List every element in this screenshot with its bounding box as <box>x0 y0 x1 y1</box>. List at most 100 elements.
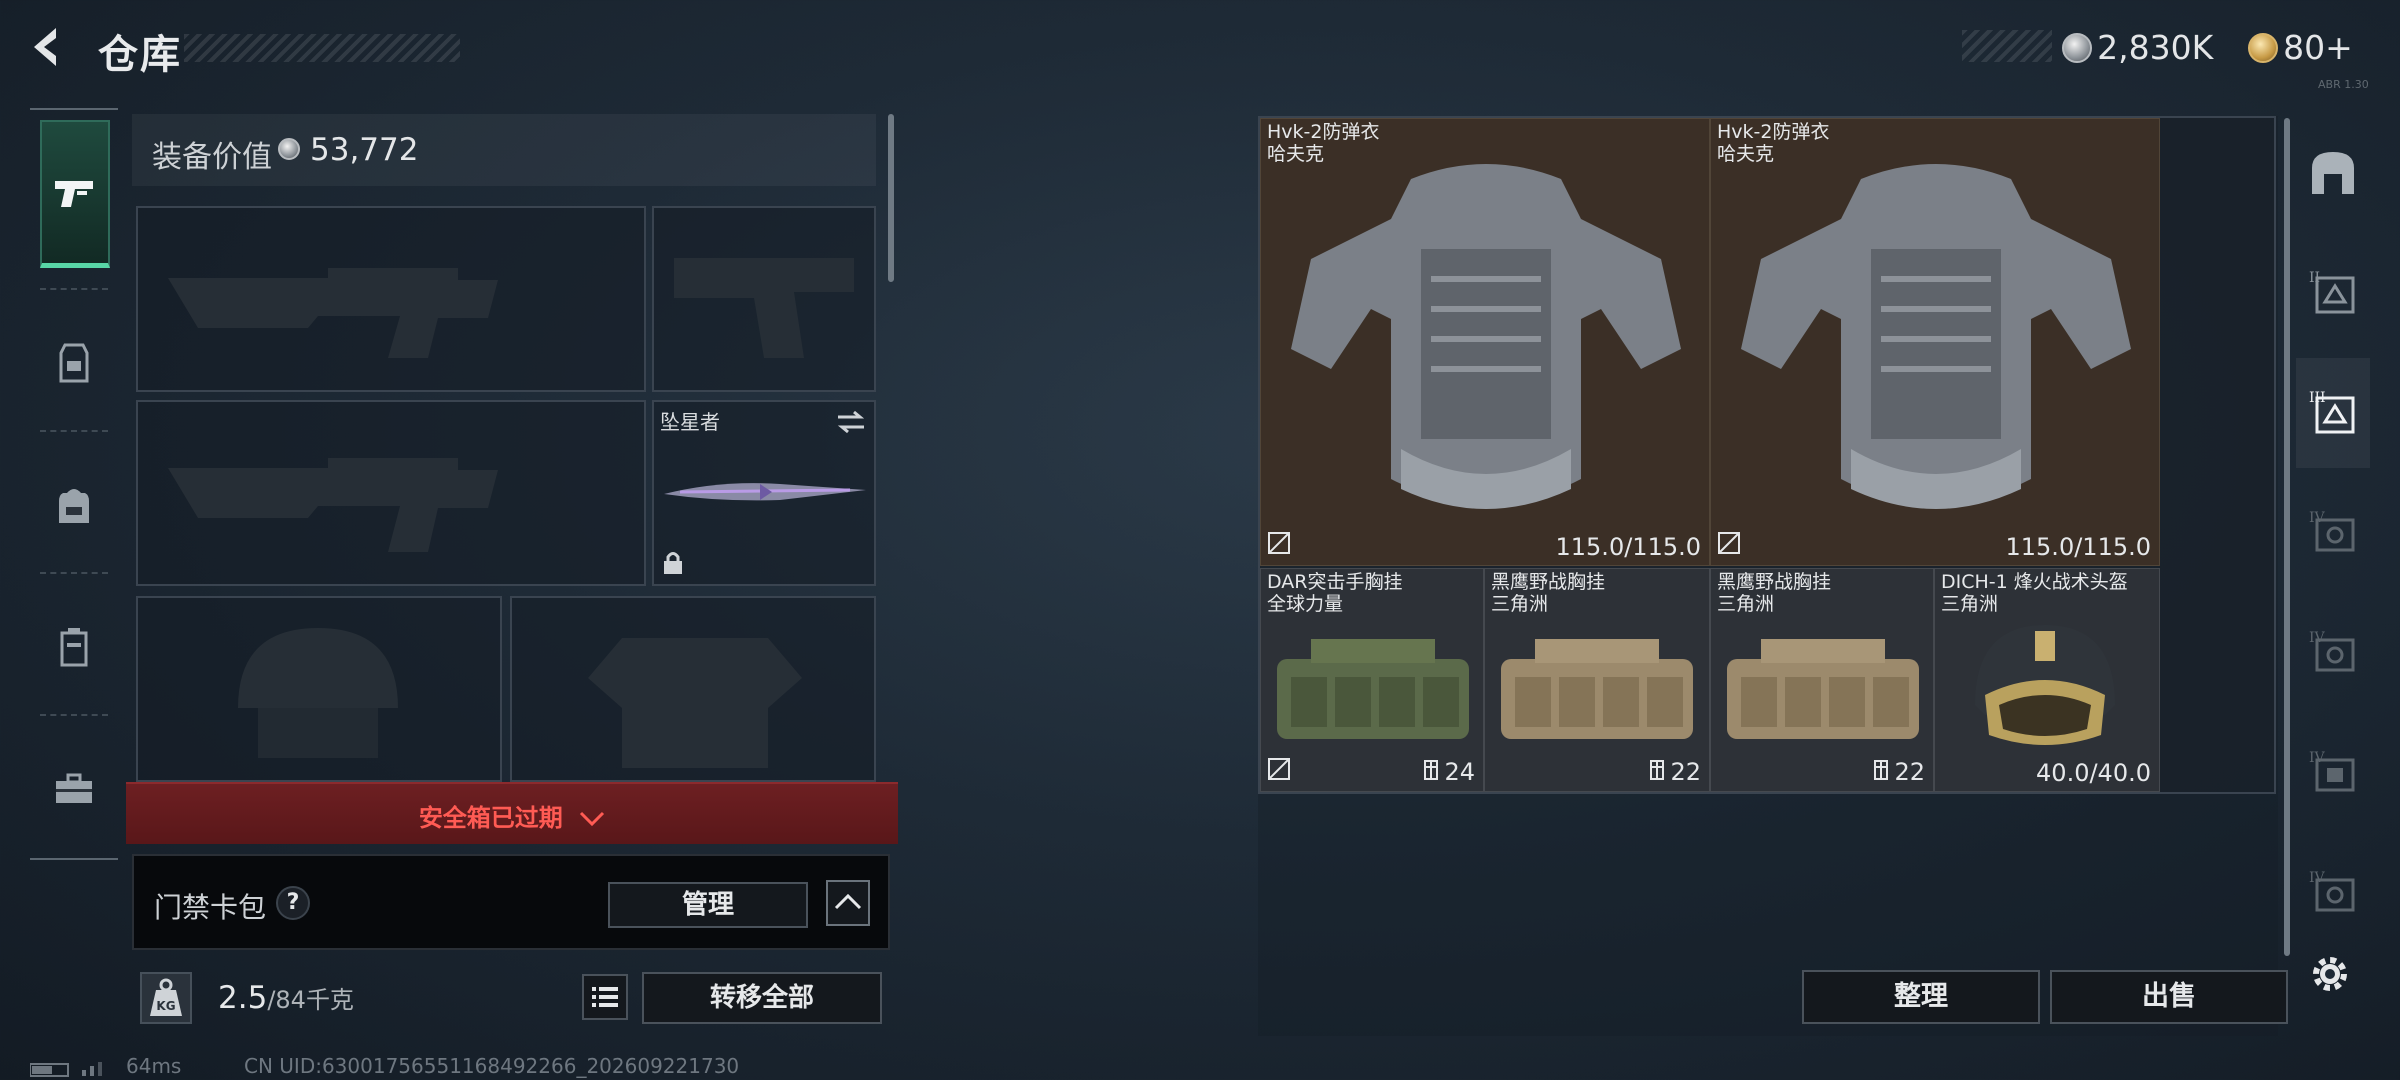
storage-item[interactable]: Hvk-2防弹衣 哈夫克 115.0/115.0 <box>1710 118 2160 566</box>
item-name: Hvk-2防弹衣 <box>1717 121 1830 143</box>
capacity-value: 22 <box>1894 758 1925 786</box>
title-decoration <box>184 34 460 62</box>
tier-label: IV <box>2309 510 2326 526</box>
page-title: 仓库 <box>98 32 182 78</box>
swap-icon[interactable] <box>836 410 866 438</box>
equipment-value-row: 装备价值 53,772 <box>132 114 876 186</box>
backpack-icon <box>59 489 89 523</box>
lock-icon <box>662 550 684 580</box>
melee-blade-icon <box>664 483 866 501</box>
secure-case-banner[interactable]: 安全箱已过期 <box>126 782 898 844</box>
tab-storage-4a[interactable]: IV <box>2296 478 2370 588</box>
tab-storage-4c[interactable]: IV <box>2296 718 2370 828</box>
expand-button[interactable] <box>826 880 870 926</box>
nav-case[interactable] <box>30 584 118 710</box>
item-brand: 三角洲 <box>1491 593 1549 615</box>
vest-icon <box>59 343 89 383</box>
no-insure-icon <box>1267 531 1291 559</box>
currency-gold[interactable]: 80+ <box>2248 28 2353 67</box>
capacity-icon <box>1422 759 1440 787</box>
item-name: DAR突击手胸挂 <box>1267 571 1403 593</box>
capacity-value: 24 <box>1444 758 1475 786</box>
secondary-weapon-slot[interactable] <box>136 400 646 586</box>
item-name: 黑鹰野战胸挂 <box>1491 571 1606 593</box>
storage-item[interactable]: DICH-1 烽火战术头盔 三角洲 40.0/40.0 <box>1934 568 2160 792</box>
secure-case-status: 安全箱已过期 <box>418 804 563 832</box>
back-arrow-icon[interactable] <box>26 24 72 70</box>
user-uid: CN UID:6300175655116849226​6_20260922173… <box>244 1054 740 1078</box>
manage-button[interactable]: 管理 <box>608 882 808 928</box>
nav-separator <box>40 430 108 432</box>
item-durability: 115.0/115.0 <box>2005 533 2152 561</box>
storage-tier-icon: IV <box>2309 630 2355 672</box>
sell-button[interactable]: 出售 <box>2050 970 2288 1024</box>
item-brand: 全球力量 <box>1267 593 1344 615</box>
version-tag: ABR 1.30 <box>2318 78 2369 91</box>
equipment-scrollbar[interactable] <box>888 114 894 282</box>
sort-button[interactable]: 整理 <box>1802 970 2040 1024</box>
nav-separator <box>40 714 108 716</box>
secure-case-status-wrap: 安全箱已过期 <box>126 798 898 833</box>
no-insure-icon <box>1267 757 1291 785</box>
helmet-slot[interactable] <box>136 596 502 782</box>
storage-item[interactable]: 黑鹰野战胸挂 三角洲 22 <box>1710 568 1934 792</box>
equipment-panel: 装备价值 53,772 坠星者 <box>132 114 894 784</box>
safe-room-icon <box>2312 152 2354 194</box>
capacity-icon <box>1872 759 1890 787</box>
weight-icon: KG <box>140 972 192 1024</box>
tier-label: III <box>2309 390 2326 406</box>
tab-storage-2[interactable]: II <box>2296 238 2370 348</box>
helmet-silhouette-icon <box>238 628 398 758</box>
tab-storage-4b[interactable]: IV <box>2296 598 2370 708</box>
storage-item[interactable]: 黑鹰野战胸挂 三角洲 22 <box>1484 568 1710 792</box>
item-name: Hvk-2防弹衣 <box>1267 121 1380 143</box>
case-icon <box>60 628 88 667</box>
weight-readout: 2.5/84千克 <box>218 980 354 1016</box>
silver-amount: 2,830K <box>2097 28 2214 67</box>
storage-tier-icon: III <box>2309 390 2355 434</box>
melee-slot[interactable]: 坠星者 <box>652 400 876 586</box>
storage-tier-icon: IV <box>2309 510 2355 552</box>
item-capacity: 22 <box>1872 758 1925 787</box>
chevron-up-icon <box>834 893 862 910</box>
currency-silver[interactable]: 2,830K <box>2062 28 2213 67</box>
primary-weapon-slot[interactable] <box>136 206 646 392</box>
chest-rig-image <box>1277 639 1469 739</box>
armor-slot[interactable] <box>510 596 876 782</box>
gear-icon[interactable] <box>2306 950 2354 1002</box>
storage-scrollbar[interactable] <box>2284 118 2290 956</box>
armor-silhouette-icon <box>588 638 802 768</box>
item-capacity: 22 <box>1648 758 1701 787</box>
item-name-block: 黑鹰野战胸挂 三角洲 <box>1717 571 1831 615</box>
gun-icon <box>55 180 93 207</box>
nav-separator <box>40 288 108 290</box>
nav-weapons[interactable] <box>40 120 110 268</box>
equipment-value-amount: 53,772 <box>310 132 419 168</box>
weight-icon-text: KG <box>156 999 175 1013</box>
help-icon[interactable]: ? <box>276 886 310 920</box>
tier-label: IV <box>2309 750 2326 766</box>
storage-item[interactable]: Hvk-2防弹衣 哈夫克 115.0/115.0 <box>1260 118 1710 566</box>
list-view-button[interactable] <box>582 974 628 1020</box>
sidearm-slot[interactable] <box>652 206 876 392</box>
tier-label: IV <box>2309 870 2326 886</box>
nav-vest[interactable] <box>30 300 118 426</box>
tab-storage-3[interactable]: III <box>2296 358 2370 468</box>
storage-item[interactable]: DAR突击手胸挂 全球力量 24 <box>1260 568 1484 792</box>
item-brand: 三角洲 <box>1717 593 1775 615</box>
nav-briefcase[interactable] <box>30 726 118 852</box>
rifle-silhouette-icon <box>168 268 498 358</box>
tab-storage-4d[interactable]: IV <box>2296 838 2370 948</box>
nav-backpack[interactable] <box>30 442 118 568</box>
item-name: DICH-1 烽火战术头盔 <box>1941 571 2128 593</box>
nav-separator <box>40 572 108 574</box>
gold-amount: 80+ <box>2283 28 2353 67</box>
silver-coin-icon <box>2062 32 2092 63</box>
tab-safe-room[interactable] <box>2296 118 2370 228</box>
storage-tabs: II III IV IV IV IV <box>2296 118 2370 978</box>
silver-coin-icon <box>278 138 300 160</box>
item-durability: 40.0/40.0 <box>2036 759 2151 787</box>
weight-max: /84千克 <box>267 986 354 1014</box>
no-insure-icon <box>1717 531 1741 559</box>
transfer-all-button[interactable]: 转移全部 <box>642 972 882 1024</box>
